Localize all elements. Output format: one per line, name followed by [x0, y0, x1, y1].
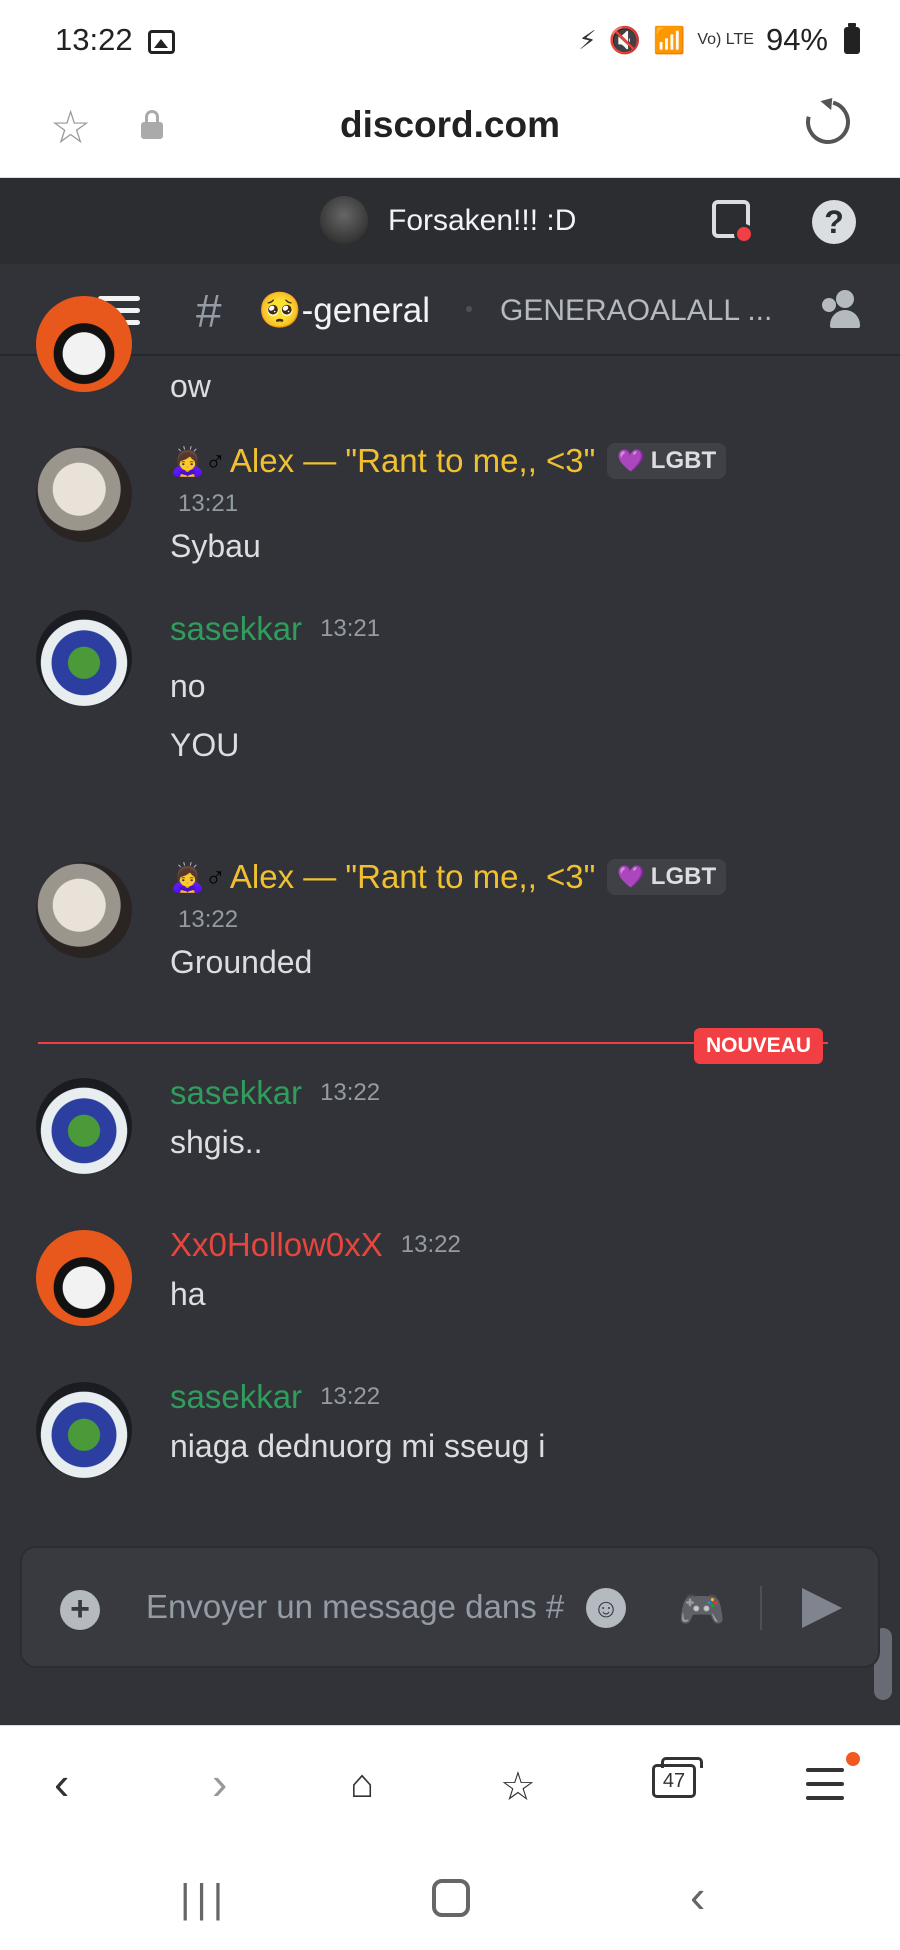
username[interactable]: sasekkar	[170, 610, 302, 648]
avatar[interactable]	[36, 296, 132, 392]
network-type: Vo) LTE	[697, 31, 754, 48]
avatar[interactable]	[36, 1382, 132, 1478]
gamepad-icon[interactable]: 🎮	[678, 1588, 725, 1632]
status-right: ⚡ 🔇 📶 Vo) LTE 94%	[578, 22, 860, 58]
members-icon[interactable]	[822, 290, 864, 330]
mute-icon: 🔇	[608, 24, 641, 55]
browser-url-bar: ☆ discord.com	[0, 82, 900, 178]
tabs-icon[interactable]: 47	[652, 1757, 703, 1798]
avatar[interactable]	[36, 446, 132, 542]
message-input[interactable]: Envoyer un message dans #	[146, 1588, 606, 1626]
message-text: no	[170, 668, 206, 704]
menu-icon[interactable]	[806, 1768, 844, 1810]
timestamp: 13:21	[320, 615, 381, 642]
message-composer: + Envoyer un message dans # ☺ 🎮	[20, 1546, 880, 1668]
wifi-icon: 📶	[652, 24, 686, 55]
channel-header: # 🥺-general GENERAOALALL ...	[0, 264, 900, 356]
badge-label: LGBT	[650, 863, 717, 890]
message-text: Sybau	[170, 528, 261, 564]
timestamp: 13:21	[178, 490, 239, 517]
notification-dot	[846, 1752, 860, 1766]
recents-icon[interactable]: |||	[180, 1877, 229, 1922]
hash-icon: #	[196, 285, 222, 337]
system-back-icon[interactable]: ‹	[690, 1869, 705, 1923]
plus-icon[interactable]: +	[60, 1590, 100, 1630]
message-text: ha	[170, 1276, 206, 1312]
username-prefix: 🙇‍♀️♂	[170, 861, 226, 893]
discord-app: Forsaken!!! :D ? # 🥺-general GENERAOALAL…	[0, 178, 900, 1725]
username-prefix: 🙇‍♀️♂	[170, 445, 226, 477]
send-icon[interactable]	[802, 1588, 842, 1628]
help-icon[interactable]: ?	[812, 200, 856, 244]
avatar[interactable]	[36, 1078, 132, 1174]
badge-label: LGBT	[650, 447, 717, 474]
server-header: Forsaken!!! :D ?	[0, 178, 900, 264]
avatar[interactable]	[36, 1230, 132, 1326]
channel-name[interactable]: 🥺-general	[258, 290, 430, 331]
message-text: YOU	[170, 727, 240, 763]
timestamp: 13:22	[320, 1383, 381, 1410]
system-nav: ||| ‹	[0, 1841, 900, 1950]
username[interactable]: Alex — "Rant to me,, <3"	[230, 858, 596, 896]
timestamp: 13:22	[178, 906, 239, 933]
timestamp: 13:22	[320, 1079, 381, 1106]
system-home-icon[interactable]	[432, 1879, 470, 1917]
avatar[interactable]	[36, 610, 132, 706]
username[interactable]: sasekkar	[170, 1074, 302, 1112]
divider	[760, 1586, 762, 1630]
notification-dot	[734, 224, 754, 244]
role-badge[interactable]: 💜 LGBT	[607, 443, 727, 479]
message-text: Grounded	[170, 944, 313, 980]
battery-icon	[844, 22, 860, 54]
battery-percent: 94%	[765, 22, 828, 57]
status-bar: 13:22 ⚡ 🔇 📶 Vo) LTE 94%	[0, 0, 900, 82]
home-icon[interactable]: ⌂	[350, 1762, 374, 1807]
url-domain[interactable]: discord.com	[0, 104, 900, 146]
heart-icon: 💜	[617, 864, 645, 889]
username[interactable]: Xx0Hollow0xX	[170, 1226, 383, 1264]
separator-dot	[466, 306, 472, 312]
new-messages-label: NOUVEAU	[694, 1028, 824, 1064]
username[interactable]: sasekkar	[170, 1378, 302, 1416]
browser-nav: ‹ › ⌂ ☆ 47	[0, 1725, 900, 1841]
role-badge[interactable]: 💜 LGBT	[607, 859, 727, 895]
message-text: ow	[170, 368, 211, 404]
timestamp: 13:22	[400, 1231, 461, 1258]
avatar[interactable]	[36, 862, 132, 958]
channel-topic[interactable]: GENERAOALALL ...	[500, 294, 772, 328]
back-icon[interactable]: ‹	[54, 1756, 69, 1810]
status-time: 13:22	[55, 22, 133, 57]
server-name[interactable]: Forsaken!!! :D	[388, 204, 576, 238]
message-text: niaga dednuorg mi sseug i	[170, 1428, 546, 1464]
emoji-icon[interactable]: ☺	[586, 1588, 626, 1628]
message-text: shgis..	[170, 1124, 263, 1160]
heart-icon: 💜	[617, 448, 645, 473]
gallery-icon	[148, 30, 175, 54]
message-list: ow 🙇‍♀️♂ Alex — "Rant to me,, <3" 💜 LGBT …	[0, 296, 900, 1725]
username[interactable]: Alex — "Rant to me,, <3"	[230, 442, 596, 480]
bookmarks-icon[interactable]: ☆	[500, 1764, 536, 1810]
battery-saver-icon: ⚡	[578, 24, 597, 55]
forward-icon[interactable]: ›	[212, 1756, 227, 1810]
server-icon[interactable]	[320, 196, 368, 244]
